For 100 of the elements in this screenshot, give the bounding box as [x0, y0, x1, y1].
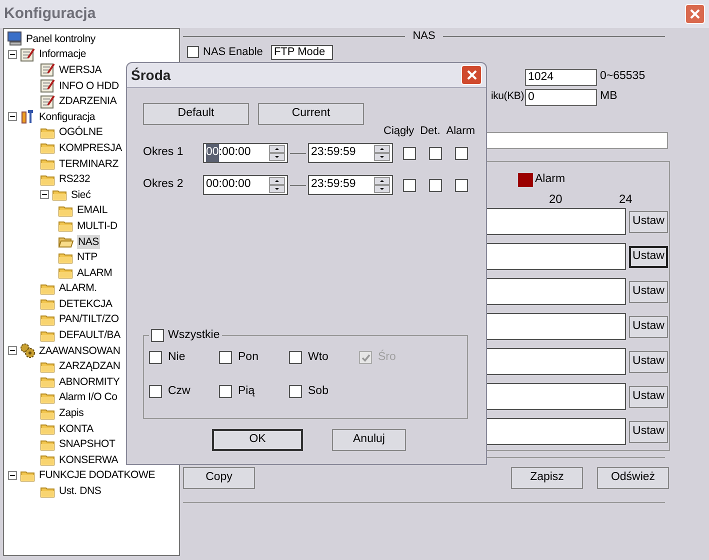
dialog-button[interactable]: Current — [258, 103, 364, 125]
action-button[interactable]: Copy — [183, 467, 255, 489]
checkbox[interactable] — [219, 385, 232, 398]
tools-icon — [20, 109, 35, 124]
spinner-icon — [269, 145, 285, 161]
checkbox[interactable] — [187, 46, 199, 58]
tree-item[interactable]: Ust. DNS — [58, 484, 102, 498]
close-button[interactable] — [685, 4, 705, 24]
tree-item[interactable]: NAS — [77, 234, 100, 249]
checkbox[interactable] — [219, 351, 232, 364]
tree-item[interactable]: DETEKCJA — [58, 296, 114, 311]
checkbox-label: Śro — [378, 349, 396, 365]
checkbox[interactable] — [403, 146, 416, 160]
tree-item[interactable]: ALARM — [76, 266, 114, 280]
column-header: Alarm — [446, 124, 475, 137]
dialog-title: Środa — [131, 66, 171, 84]
time-field[interactable]: 23:59:59 — [308, 175, 393, 195]
notepad-icon — [40, 94, 55, 109]
tree-item[interactable]: KOMPRESJA — [58, 140, 123, 155]
axis-label: 20 — [549, 191, 562, 208]
set-button[interactable]: Ustaw — [629, 280, 668, 302]
tree-item[interactable]: Sieć — [70, 188, 92, 202]
unit-label: MB — [600, 89, 618, 104]
set-button[interactable]: Ustaw — [629, 316, 668, 338]
tree-item[interactable]: OGÓLNE — [58, 125, 104, 140]
checkbox[interactable] — [455, 146, 468, 160]
checkbox[interactable] — [429, 146, 442, 160]
section-title: NAS — [412, 28, 436, 44]
tree-item[interactable]: KONTA — [58, 422, 94, 436]
action-button[interactable]: Odśwież — [597, 467, 669, 489]
gears-icon — [20, 343, 35, 358]
unit-label: 0~65535 — [600, 69, 646, 84]
close-button[interactable] — [461, 65, 482, 85]
checkbox-label: Pon — [238, 350, 258, 365]
mode-dropdown[interactable]: FTP Mode — [270, 44, 333, 60]
checkbox[interactable] — [289, 351, 302, 364]
dash-separator — [290, 152, 306, 154]
tree-item[interactable]: ZARZĄDZAN — [58, 359, 122, 374]
checkbox-label: Sob — [308, 384, 328, 400]
time-field[interactable]: 23:59:59 — [308, 143, 393, 163]
tree-item[interactable]: MULTI-D — [76, 218, 118, 233]
tree-item[interactable]: ABNORMITY — [58, 374, 121, 389]
spinner-icon — [269, 177, 285, 193]
checkbox[interactable] — [149, 385, 162, 398]
checkbox-label: Pią — [238, 384, 255, 400]
field-label: iku(KB) — [490, 89, 525, 104]
checkbox[interactable] — [403, 178, 416, 192]
checkbox[interactable] — [149, 351, 162, 364]
action-button[interactable]: Zapisz — [511, 467, 583, 489]
tree-item[interactable]: KONSERWA — [58, 452, 120, 467]
checkbox[interactable] — [429, 178, 442, 192]
axis-label: 24 — [619, 191, 632, 208]
time-field[interactable]: 00:00:00 — [203, 175, 288, 195]
close-icon — [689, 8, 701, 20]
tree-item[interactable]: ZDARZENIA — [58, 94, 118, 108]
tree-item[interactable]: NTP — [76, 250, 98, 264]
tree-item[interactable]: DEFAULT/BA — [58, 328, 122, 342]
tree-item[interactable]: EMAIL — [76, 203, 109, 218]
period-label: Okres 2 — [143, 177, 184, 192]
notepad-icon — [40, 78, 55, 94]
tree-item[interactable]: INFO O HDD — [58, 78, 120, 93]
tree-item[interactable]: ZAAWANSOWAN — [38, 344, 122, 358]
tree-item[interactable]: RS232 — [58, 172, 92, 186]
close-icon — [466, 69, 478, 81]
tree-item[interactable]: Informacje — [38, 47, 88, 62]
set-button[interactable]: Ustaw — [629, 350, 668, 372]
input-field[interactable] — [484, 132, 668, 149]
tree-item[interactable]: PAN/TILT/ZO — [58, 312, 120, 326]
column-header: Det. — [420, 124, 440, 137]
set-button[interactable]: Ustaw — [629, 386, 668, 408]
spinner-icon — [374, 145, 390, 161]
tree-item[interactable]: ALARM. — [58, 281, 98, 296]
input-field[interactable]: 1024 — [525, 68, 597, 86]
set-button[interactable]: Ustaw — [629, 210, 668, 232]
tree-item[interactable]: TERMINARZ — [58, 156, 120, 171]
set-button[interactable]: Ustaw — [629, 246, 668, 268]
notepad-icon — [40, 62, 55, 78]
ok-button[interactable]: OK — [212, 429, 303, 451]
time-field[interactable]: 00:00:00 — [203, 143, 288, 163]
spinner-icon — [374, 177, 390, 193]
checkbox-label: Wto — [308, 350, 328, 365]
tree-item[interactable]: Alarm I/O Co — [58, 390, 118, 404]
cancel-button[interactable]: Anuluj — [332, 429, 406, 451]
notepad-icon — [20, 46, 35, 62]
tree-item[interactable]: FUNKCJE DODATKOWE — [38, 468, 156, 482]
window-title: Konfiguracja — [4, 4, 96, 24]
checkbox[interactable] — [289, 385, 302, 398]
checkbox-label: Nie — [168, 350, 186, 365]
dialog-button[interactable]: Default — [143, 103, 249, 125]
tree-item[interactable]: Zapis — [58, 406, 85, 420]
set-button[interactable]: Ustaw — [629, 420, 668, 442]
checkbox[interactable] — [151, 329, 164, 342]
input-field[interactable]: 0 — [525, 88, 597, 106]
tree-item[interactable]: Panel kontrolny — [25, 32, 96, 46]
dash-separator — [290, 184, 306, 186]
checkbox[interactable] — [455, 178, 468, 192]
checkbox-label: NAS Enable — [203, 46, 263, 58]
tree-item[interactable]: WERSJA — [58, 62, 103, 77]
tree-item[interactable]: SNAPSHOT — [58, 437, 116, 452]
tree-item[interactable]: Konfiguracja — [38, 110, 96, 124]
